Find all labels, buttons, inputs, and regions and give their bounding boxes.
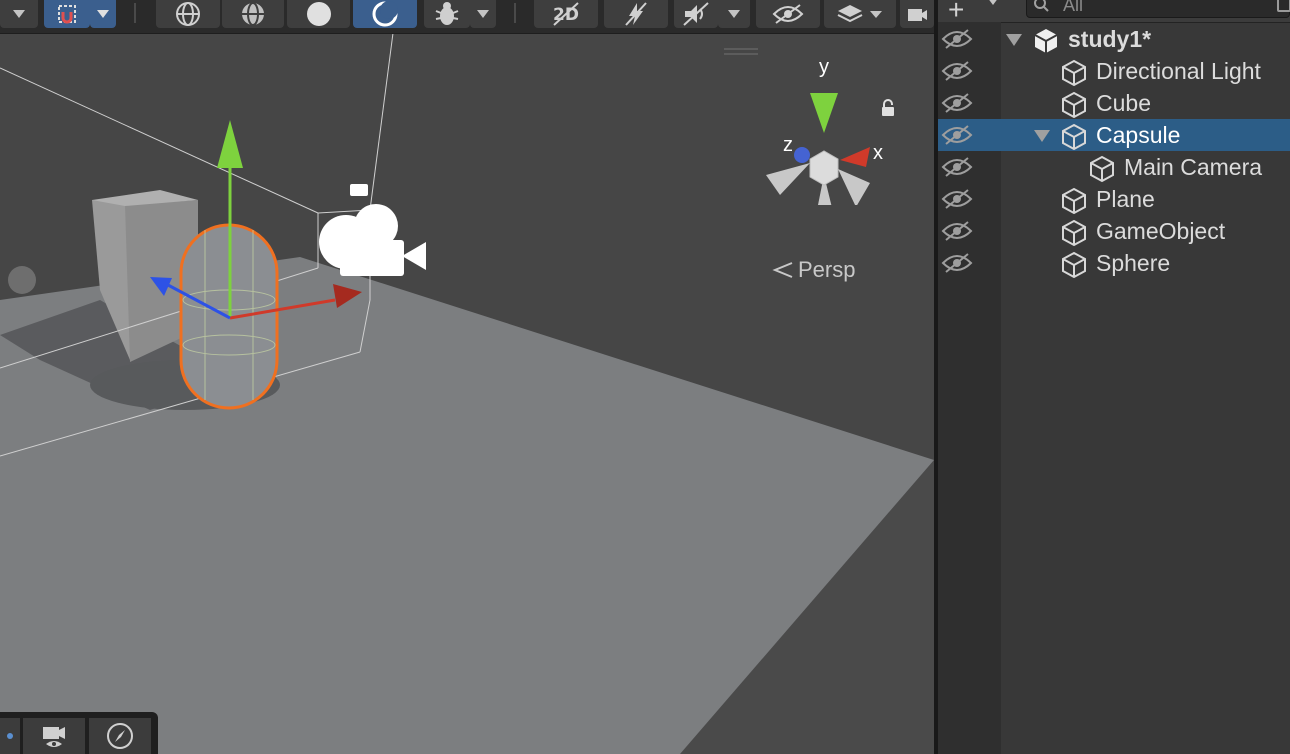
visibility-toggle-icon[interactable] bbox=[940, 188, 974, 214]
visibility-toggle-icon[interactable] bbox=[940, 252, 974, 278]
hierarchy-item-label: Sphere bbox=[1096, 250, 1171, 276]
navigation-button[interactable] bbox=[89, 718, 151, 754]
gizmo-x-label: x bbox=[873, 142, 883, 164]
hierarchy-item-label: Plane bbox=[1096, 186, 1155, 212]
y-axis-arrow[interactable] bbox=[217, 120, 243, 168]
projection-label: Persp bbox=[798, 257, 856, 282]
wireframe-globe-icon bbox=[176, 2, 200, 26]
hierarchy-item[interactable]: Directional Light bbox=[938, 55, 1290, 87]
snap-icon bbox=[58, 5, 76, 24]
shaded-sphere-icon bbox=[306, 2, 331, 26]
snap-dropdown-button[interactable] bbox=[90, 0, 116, 28]
dot-icon bbox=[7, 733, 13, 739]
hierarchy-item-label: study1* bbox=[1068, 26, 1152, 52]
search-icon bbox=[1034, 0, 1049, 12]
hierarchy-item[interactable]: GameObject bbox=[938, 215, 1290, 247]
dropdown-arrow-icon bbox=[477, 10, 489, 18]
camera-icon bbox=[908, 9, 927, 21]
gizmo-neg-z-cone[interactable] bbox=[838, 169, 870, 205]
hierarchy-item-label: Directional Light bbox=[1096, 58, 1261, 84]
expand-arrow-icon[interactable] bbox=[1006, 34, 1022, 46]
projection-chevron-icon bbox=[772, 262, 793, 278]
sphere-object[interactable] bbox=[8, 266, 36, 294]
hierarchy-item-label: Capsule bbox=[1096, 122, 1181, 148]
lit-render-icon bbox=[372, 1, 398, 27]
navigation-compass-icon bbox=[107, 723, 133, 749]
gizmo-y-label: y bbox=[819, 56, 829, 78]
lit-mode-button[interactable] bbox=[353, 0, 417, 28]
gizmo-z-label: z bbox=[783, 134, 793, 156]
visibility-toggle-icon[interactable] bbox=[940, 60, 974, 86]
projection-toggle[interactable]: Persp bbox=[772, 257, 855, 283]
camera-preview-button[interactable] bbox=[23, 718, 85, 754]
search-placeholder: All bbox=[1063, 0, 1084, 15]
scene-overlay-toolbar bbox=[0, 712, 158, 754]
toolbar-separator bbox=[134, 3, 136, 23]
debug-draw-button[interactable] bbox=[424, 0, 470, 28]
overlay-left-button[interactable] bbox=[0, 718, 20, 754]
visibility-toggle-icon[interactable] bbox=[940, 124, 974, 150]
dropdown-arrow-icon bbox=[97, 10, 109, 18]
scene-viewport[interactable]: y x z Persp bbox=[0, 32, 934, 754]
hierarchy-header: + All bbox=[938, 0, 1290, 25]
gizmo-x-cone[interactable] bbox=[840, 147, 870, 167]
layers-icon bbox=[837, 5, 882, 23]
camera-preview-icon bbox=[43, 727, 65, 747]
2d-toggle-icon: 2D bbox=[553, 2, 579, 26]
visibility-toggle-icon[interactable] bbox=[940, 28, 974, 54]
scene-visibility-button[interactable] bbox=[756, 0, 820, 28]
hierarchy-panel: + All study1* Directional Light Cube Capsul… bbox=[938, 0, 1290, 754]
visibility-toggle-icon[interactable] bbox=[940, 92, 974, 118]
shaded-wireframe-icon bbox=[242, 2, 264, 26]
audio-toggle-button[interactable] bbox=[674, 0, 718, 28]
hierarchy-item[interactable]: Plane bbox=[938, 183, 1290, 215]
hierarchy-search-input[interactable]: All bbox=[1026, 0, 1290, 18]
debug-bug-icon bbox=[435, 2, 459, 25]
dropdown-arrow-icon bbox=[13, 10, 25, 18]
layers-dropdown-button[interactable] bbox=[824, 0, 896, 28]
gameobject-cube-icon bbox=[1060, 251, 1088, 283]
effects-dropdown-button[interactable] bbox=[718, 0, 750, 28]
expand-arrow-icon[interactable] bbox=[1034, 130, 1050, 142]
lighting-toggle-button[interactable] bbox=[604, 0, 668, 28]
gizmo-z-cone[interactable] bbox=[794, 147, 810, 163]
visibility-toggle-icon[interactable] bbox=[940, 156, 974, 182]
search-filter-icon[interactable] bbox=[1277, 0, 1290, 12]
lighting-toggle-icon bbox=[625, 2, 647, 26]
toolbar-separator bbox=[514, 3, 516, 23]
debug-dropdown-button[interactable] bbox=[470, 0, 496, 28]
hierarchy-item-label: Cube bbox=[1096, 90, 1151, 116]
dropdown-arrow-icon[interactable] bbox=[986, 0, 1000, 6]
hierarchy-item[interactable]: Cube bbox=[938, 87, 1290, 119]
gizmo-neg-x-cone[interactable] bbox=[766, 163, 810, 195]
2d-toggle-button[interactable]: 2D bbox=[534, 0, 598, 28]
hierarchy-item-label: Main Camera bbox=[1124, 154, 1263, 180]
dropdown-arrow-icon bbox=[728, 10, 740, 18]
wireframe-mode-button[interactable] bbox=[156, 0, 220, 28]
hierarchy-scene-row[interactable]: study1* bbox=[938, 23, 1290, 55]
audio-toggle-icon bbox=[683, 2, 709, 26]
shaded-mode-button[interactable] bbox=[287, 0, 350, 28]
main-camera-gizmo-icon[interactable] bbox=[319, 184, 426, 276]
hierarchy-item[interactable]: Capsule bbox=[938, 119, 1290, 151]
lock-icon[interactable] bbox=[880, 99, 896, 117]
shaded-wireframe-mode-button[interactable] bbox=[222, 0, 284, 28]
gizmo-center-cube[interactable] bbox=[809, 150, 839, 186]
scene-view[interactable]: y x z Persp bbox=[0, 0, 934, 754]
visibility-toggle-icon[interactable] bbox=[940, 220, 974, 246]
camera-settings-button[interactable] bbox=[900, 0, 934, 28]
hierarchy-item[interactable]: Main Camera bbox=[938, 151, 1290, 183]
scene-toolbar: 2D bbox=[0, 0, 934, 34]
snap-toggle-button[interactable] bbox=[44, 0, 90, 28]
hierarchy-item-label: GameObject bbox=[1096, 218, 1226, 244]
overlay-drag-handle[interactable] bbox=[724, 48, 758, 56]
toolbar-dropdown-button[interactable] bbox=[0, 0, 38, 28]
hierarchy-item[interactable]: Sphere bbox=[938, 247, 1290, 279]
gizmo-y-cone[interactable] bbox=[810, 93, 838, 133]
orientation-gizmo[interactable]: y x z bbox=[760, 55, 890, 205]
scene-visibility-icon bbox=[772, 4, 804, 24]
